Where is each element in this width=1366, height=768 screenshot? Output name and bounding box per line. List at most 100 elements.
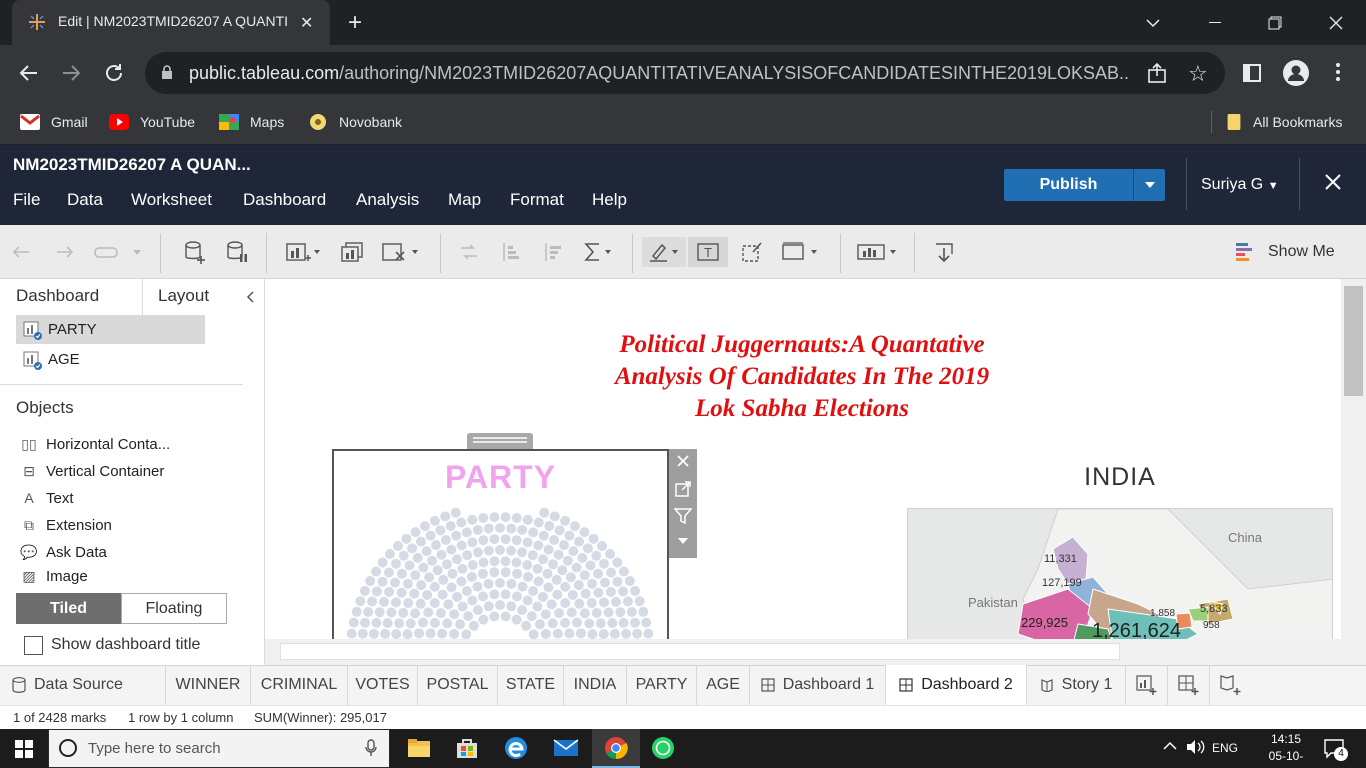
seat-dot[interactable] [414,628,425,639]
seat-dot[interactable] [588,533,599,544]
tab-dashboard[interactable]: Dashboard [16,286,99,306]
seat-dot[interactable] [437,628,448,639]
seat-dot[interactable] [461,629,472,639]
highlight-icon[interactable] [642,237,686,267]
seat-dot[interactable] [371,586,382,597]
dashboard-title[interactable]: Political Juggernauts:A Quantative Analy… [275,329,1329,425]
seat-dot[interactable] [500,611,511,622]
menu-dashboard[interactable]: Dashboard [243,190,326,210]
seat-dot[interactable] [641,617,652,628]
seat-dot[interactable] [412,552,423,563]
sheet-tab-party[interactable]: PARTY [627,665,697,705]
browser-menu-icon[interactable] [1335,62,1341,82]
close-editor-icon[interactable] [1324,173,1342,191]
seat-dot[interactable] [443,599,454,610]
seat-dot[interactable] [495,545,505,555]
seat-dot[interactable] [542,568,553,579]
seat-dot[interactable] [403,598,414,608]
seat-dot[interactable] [537,591,548,602]
seat-dot[interactable] [585,560,596,571]
seat-dot[interactable] [477,568,488,579]
seat-dot[interactable] [431,540,441,551]
menu-format[interactable]: Format [510,190,564,210]
seat-dot[interactable] [442,618,453,629]
seat-dot[interactable] [522,560,533,570]
seat-dot[interactable] [398,607,409,618]
seat-dot[interactable] [418,617,428,628]
workbook-title[interactable]: NM2023TMID26207 A QUAN... [13,155,251,175]
seat-dot[interactable] [446,582,457,593]
remove-zone-icon[interactable] [675,453,691,469]
seat-dot[interactable] [517,605,528,616]
seat-dot[interactable] [638,606,649,617]
seat-dot[interactable] [517,581,528,592]
seat-dot[interactable] [380,628,391,639]
seat-dot[interactable] [521,620,532,631]
seat-dot[interactable] [528,629,539,639]
seat-dot[interactable] [423,607,434,618]
dashboard-tab-2[interactable]: Dashboard 2 [886,665,1027,705]
seat-dot[interactable] [432,565,443,576]
bookmark-youtube[interactable]: YouTube [109,111,195,133]
seat-dot[interactable] [467,537,478,548]
all-bookmarks[interactable]: All Bookmarks [1226,111,1342,133]
seat-dot[interactable] [401,533,412,544]
dashboard-tab-1[interactable]: Dashboard 1 [750,665,886,705]
seat-dot[interactable] [430,617,440,628]
seat-dot[interactable] [462,550,473,561]
vertical-scroll-thumb[interactable] [1344,286,1363,396]
seat-dot[interactable] [551,574,562,585]
seat-dot[interactable] [538,554,549,565]
seat-dot[interactable] [609,628,620,639]
seat-dot[interactable] [560,515,571,526]
seat-dot[interactable] [359,585,370,596]
seat-dot[interactable] [512,591,522,602]
open-sheet-icon[interactable] [674,480,692,498]
seat-dot[interactable] [495,523,505,533]
minimize-icon[interactable] [1192,8,1238,38]
undo-icon[interactable] [10,237,32,267]
seat-dot[interactable] [511,535,522,546]
seat-dot[interactable] [386,607,397,618]
seat-dot[interactable] [429,515,440,526]
seat-dot[interactable] [549,511,560,522]
seat-dot[interactable] [618,586,629,597]
seat-dot[interactable] [429,598,440,608]
seat-dot[interactable] [599,558,609,569]
seat-dot[interactable] [547,618,558,629]
seat-dot[interactable] [451,530,462,541]
seat-dot[interactable] [522,514,533,525]
sheet-item-age[interactable]: AGE [16,345,205,374]
seat-dot[interactable] [612,557,623,568]
seat-dot[interactable] [363,607,374,617]
menu-map[interactable]: Map [448,190,481,210]
seat-dot[interactable] [618,566,629,577]
seat-dot[interactable] [467,514,478,525]
seat-dot[interactable] [593,587,604,598]
seat-dot[interactable] [554,608,565,619]
horizontal-scroll-thumb[interactable] [280,643,1120,660]
seat-dot[interactable] [391,629,402,639]
seat-dot[interactable] [557,565,568,576]
seat-dot[interactable] [422,589,433,600]
bookmark-gmail[interactable]: Gmail [20,111,88,133]
menu-help[interactable]: Help [592,190,627,210]
seat-dot[interactable] [478,535,489,546]
mail-icon[interactable] [553,738,579,758]
seat-dot[interactable] [528,586,539,596]
seat-dot[interactable] [483,523,494,534]
redo-icon[interactable] [54,237,76,267]
floating-toggle[interactable]: Floating [121,593,227,624]
new-worksheet-tab-icon[interactable] [1126,665,1168,705]
sheet-item-party[interactable]: PARTY [16,315,205,344]
replay-icon[interactable] [92,237,144,267]
seat-dot[interactable] [393,541,403,551]
seat-dot[interactable] [622,596,633,607]
seat-dot[interactable] [429,581,440,592]
microphone-icon[interactable] [365,739,377,757]
close-window-icon[interactable] [1313,8,1359,38]
seat-dot[interactable] [478,614,489,625]
seat-dot[interactable] [511,513,522,523]
seat-dot[interactable] [586,598,597,608]
tab-data-source[interactable]: Data Source [0,665,166,705]
